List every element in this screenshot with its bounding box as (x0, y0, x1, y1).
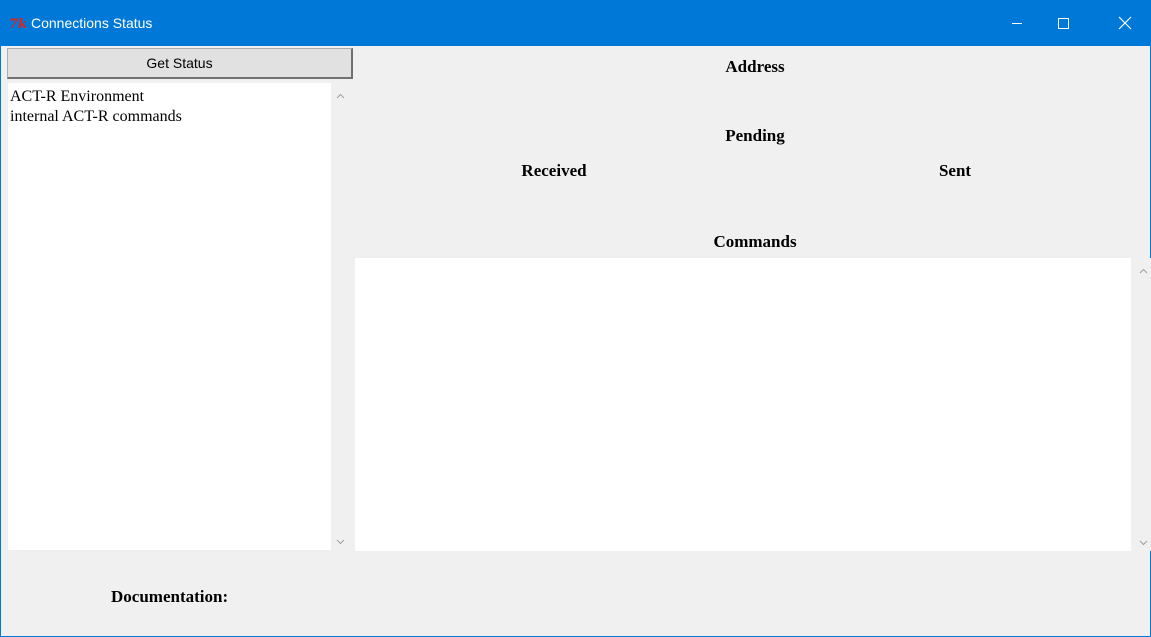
title-bar[interactable]: 7k Connections Status (1, 0, 1151, 46)
maximize-button[interactable] (1040, 0, 1086, 46)
connections-status-window: 7k Connections Status Get Status ACT-R E… (0, 0, 1151, 637)
address-heading: Address (725, 57, 785, 76)
commands-text-area[interactable] (355, 258, 1131, 551)
svg-text:7k: 7k (9, 17, 27, 31)
get-status-button[interactable]: Get Status (7, 48, 353, 79)
commands-heading: Commands (713, 232, 797, 251)
maximize-icon (1058, 18, 1069, 29)
pending-heading: Pending (725, 126, 785, 145)
scroll-up-arrow-icon[interactable] (1135, 262, 1151, 279)
close-icon (1118, 16, 1132, 30)
connections-list-scrollbar[interactable] (332, 83, 349, 550)
connections-list[interactable]: ACT-R Environment internal ACT-R command… (8, 83, 331, 550)
scroll-down-arrow-icon[interactable] (332, 533, 349, 550)
minimize-icon (1012, 23, 1022, 24)
sent-heading: Sent (938, 161, 972, 180)
tk-feather-icon: 7k (9, 15, 29, 32)
list-item[interactable]: internal ACT-R commands (10, 107, 331, 127)
window-title: Connections Status (31, 15, 153, 31)
minimize-button[interactable] (994, 0, 1040, 46)
scroll-up-arrow-icon[interactable] (332, 87, 349, 104)
documentation-label: Documentation: (111, 587, 229, 606)
commands-scrollbar[interactable] (1135, 258, 1151, 551)
list-item[interactable]: ACT-R Environment (10, 87, 331, 107)
received-heading: Received (521, 161, 587, 180)
scroll-down-arrow-icon[interactable] (1135, 534, 1151, 551)
close-button[interactable] (1098, 0, 1151, 46)
